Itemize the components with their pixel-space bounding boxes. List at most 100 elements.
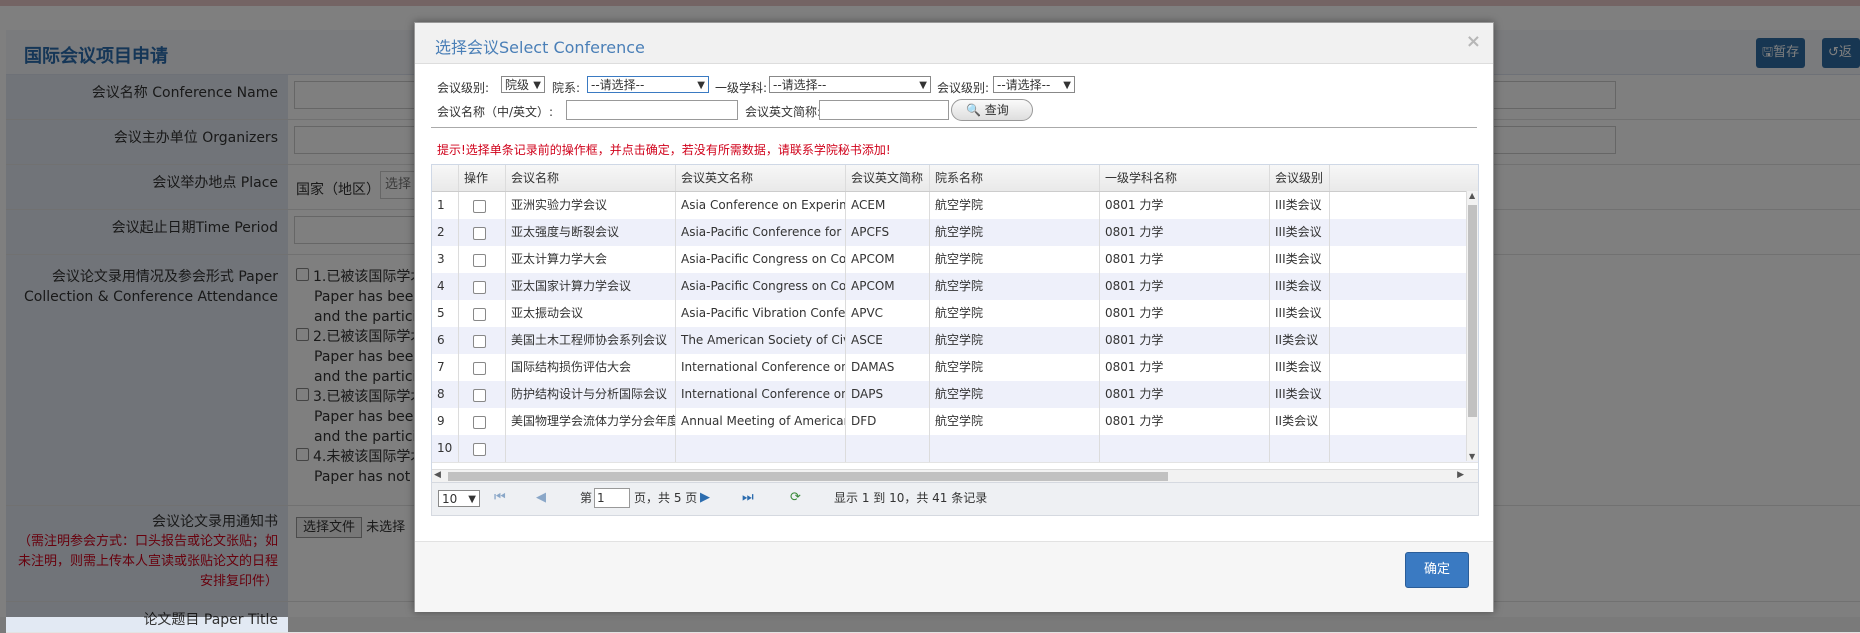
- discipline-filter-label: 一级学科:: [715, 81, 768, 95]
- select-cell: [459, 300, 506, 327]
- cell-level: III类会议: [1270, 381, 1330, 408]
- row-checkbox[interactable]: [473, 308, 486, 321]
- row-checkbox[interactable]: [473, 254, 486, 267]
- cell-disc: 0801 力学: [1100, 273, 1270, 300]
- select-cell: [459, 435, 506, 462]
- refresh-icon[interactable]: ⟳: [790, 483, 801, 513]
- close-icon[interactable]: ×: [1466, 31, 1481, 52]
- first-page-icon[interactable]: ⏮: [494, 483, 506, 513]
- dept-filter-select[interactable]: --请选择-- ▼: [587, 76, 709, 93]
- vertical-scroll-thumb[interactable]: [1468, 205, 1477, 417]
- table-row[interactable]: 9 美国物理学会流体力学分会年度会议Annual Meeting of Ameri…: [432, 408, 1478, 436]
- horizontal-scroll-thumb[interactable]: [448, 472, 1168, 481]
- select-cell: [459, 381, 506, 408]
- vertical-scrollbar[interactable]: ▲ ▼: [1466, 191, 1478, 461]
- cell-en: [676, 435, 846, 462]
- cell-level: II类会议: [1270, 327, 1330, 354]
- select-cell: [459, 219, 506, 246]
- cell-abbr: APCFS: [846, 219, 930, 246]
- record-summary: 显示 1 到 10，共 41 条记录: [834, 491, 988, 505]
- cell-abbr: APVC: [846, 300, 930, 327]
- table-row[interactable]: 5 亚太振动会议Asia-Pacific Vibration Conference…: [432, 300, 1478, 328]
- cell-abbr: DAPS: [846, 381, 930, 408]
- filter-divider: [431, 127, 1477, 128]
- row-checkbox[interactable]: [473, 416, 486, 429]
- cell-name: 防护结构设计与分析国际会议: [506, 381, 676, 408]
- header-abbr: 会议英文简称: [846, 165, 930, 191]
- header-level: 会议级别: [1270, 165, 1330, 191]
- cell-dept: 航空学院: [930, 246, 1100, 273]
- abbr-search-input[interactable]: [819, 100, 949, 120]
- cell-disc: 0801 力学: [1100, 327, 1270, 354]
- table-row[interactable]: 1 亚洲实验力学会议Asia Conference on Experimental…: [432, 192, 1478, 220]
- cell-name: 国际结构损伤评估大会: [506, 354, 676, 381]
- table-row[interactable]: 2 亚太强度与断裂会议Asia-Pacific Conference for Fr…: [432, 219, 1478, 247]
- scroll-down-icon[interactable]: ▼: [1469, 452, 1475, 461]
- cell-name: [506, 435, 676, 462]
- next-page-icon[interactable]: ▶: [700, 483, 710, 513]
- discipline-filter-select[interactable]: --请选择-- ▼: [769, 76, 931, 93]
- scroll-left-icon[interactable]: ◀: [434, 470, 441, 480]
- level-filter-select[interactable]: 院级 ▼: [501, 76, 545, 93]
- page-size-select[interactable]: 10 ▼: [438, 490, 480, 507]
- level2-filter-select[interactable]: --请选择-- ▼: [993, 76, 1075, 93]
- cell-abbr: ACEM: [846, 192, 930, 219]
- name-search-input[interactable]: [566, 100, 738, 120]
- cell-disc: 0801 力学: [1100, 300, 1270, 327]
- cell-en: The American Society of Civil Engineers: [676, 327, 846, 354]
- cell-en: Annual Meeting of American Physical: [676, 408, 846, 435]
- table-row[interactable]: 8 防护结构设计与分析国际会议 International Conference o…: [432, 381, 1478, 409]
- cell-abbr: [846, 435, 930, 462]
- table-row[interactable]: 6 美国土木工程师协会系列会议 The American Society of Ci…: [432, 327, 1478, 355]
- cell-abbr: DFD: [846, 408, 930, 435]
- query-button[interactable]: 🔍 查询: [951, 99, 1033, 121]
- scroll-up-icon[interactable]: ▲: [1469, 191, 1475, 200]
- confirm-button[interactable]: 确定: [1405, 552, 1469, 588]
- cell-disc: 0801 力学: [1100, 381, 1270, 408]
- row-checkbox[interactable]: [473, 362, 486, 375]
- cell-n: 8: [432, 381, 459, 408]
- chevron-down-icon: ▼: [1063, 80, 1071, 91]
- scroll-right-icon[interactable]: ▶: [1457, 470, 1464, 480]
- select-cell: [459, 408, 506, 435]
- cell-n: 7: [432, 354, 459, 381]
- table-row[interactable]: 3 亚太计算力学大会Asia-Pacific Congress on Comput…: [432, 246, 1478, 274]
- header-name: 会议名称: [506, 165, 676, 191]
- cell-disc: 0801 力学: [1100, 354, 1270, 381]
- cell-name: 亚太计算力学大会: [506, 246, 676, 273]
- row-checkbox[interactable]: [473, 443, 486, 456]
- row-checkbox[interactable]: [473, 389, 486, 402]
- cell-dept: 航空学院: [930, 219, 1100, 246]
- page-suffix: 页，共 5 页: [634, 491, 698, 505]
- header-dept: 院系名称: [930, 165, 1100, 191]
- cell-name: 亚洲实验力学会议: [506, 192, 676, 219]
- cell-n: 1: [432, 192, 459, 219]
- row-checkbox[interactable]: [473, 227, 486, 240]
- prev-page-icon[interactable]: ◀: [536, 483, 546, 513]
- row-checkbox[interactable]: [473, 200, 486, 213]
- cell-n: 3: [432, 246, 459, 273]
- cell-level: II类会议: [1270, 408, 1330, 435]
- cell-disc: 0801 力学: [1100, 192, 1270, 219]
- cell-disc: [1100, 435, 1270, 462]
- page-number-input[interactable]: 1: [594, 488, 630, 508]
- row-checkbox[interactable]: [473, 335, 486, 348]
- chevron-down-icon: ▼: [533, 80, 541, 91]
- cell-abbr: APCOM: [846, 246, 930, 273]
- table-row[interactable]: 4 亚太国家计算力学会议Asia-Pacific Congress on Comp…: [432, 273, 1478, 301]
- cell-en: Asia-Pacific Congress on Computational: [676, 246, 846, 273]
- row-checkbox[interactable]: [473, 281, 486, 294]
- cell-level: [1270, 435, 1330, 462]
- cell-name: 美国土木工程师协会系列会议: [506, 327, 676, 354]
- select-conference-dialog: 选择会议Select Conference × 会议级别: 院级 ▼ 院系: --…: [414, 22, 1494, 612]
- cell-dept: 航空学院: [930, 381, 1100, 408]
- table-row[interactable]: 7 国际结构损伤评估大会International Conference on D…: [432, 354, 1478, 382]
- last-page-icon[interactable]: ⏭: [742, 483, 754, 513]
- horizontal-scrollbar[interactable]: ◀ ▶: [432, 469, 1478, 483]
- cell-en: Asia-Pacific Conference for Fracture: [676, 219, 846, 246]
- table-row[interactable]: 10: [432, 435, 1478, 463]
- cell-level: III类会议: [1270, 354, 1330, 381]
- cell-dept: 航空学院: [930, 408, 1100, 435]
- cell-n: 4: [432, 273, 459, 300]
- abbr-search-label: 会议英文简称:: [745, 105, 822, 119]
